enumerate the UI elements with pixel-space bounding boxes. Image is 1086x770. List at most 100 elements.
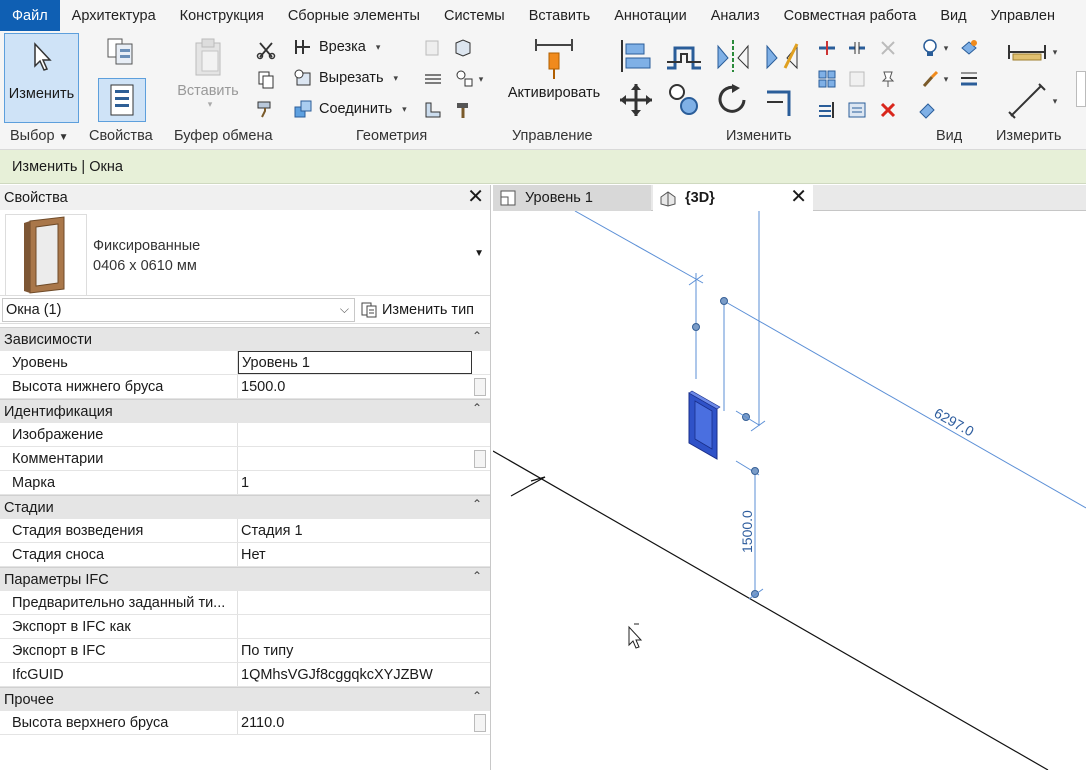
collapse-icon[interactable]: ⌃: [472, 569, 482, 583]
cope-button[interactable]: Врезка ▾: [293, 37, 380, 57]
property-value[interactable]: 2110.0: [238, 711, 472, 734]
line-weights-button[interactable]: [958, 68, 980, 90]
group-constraints[interactable]: Зависимости ⌃: [0, 327, 490, 351]
3d-viewport[interactable]: 6297.0 1500.0: [493, 211, 1086, 770]
tab-collaborate[interactable]: Совместная работа: [772, 0, 929, 31]
property-value[interactable]: Нет: [238, 543, 472, 566]
selected-window[interactable]: [688, 390, 721, 460]
tab-level-1[interactable]: Уровень 1: [493, 185, 651, 211]
instance-filter-dropdown[interactable]: Окна (1) ⌵: [2, 298, 355, 322]
geometry-tool-2[interactable]: [452, 37, 474, 59]
type-selector-dropdown-icon[interactable]: ▼: [474, 248, 484, 259]
tab-file[interactable]: Файл: [0, 0, 60, 31]
join-button[interactable]: Соединить ▾: [293, 99, 407, 119]
geometry-tool-3[interactable]: [422, 68, 444, 90]
property-value[interactable]: [238, 423, 472, 446]
collapse-icon[interactable]: ⌃: [472, 329, 482, 343]
pin-button[interactable]: [877, 68, 899, 90]
property-value[interactable]: 1500.0: [238, 375, 472, 398]
delete-button[interactable]: [877, 99, 899, 121]
tab-systems[interactable]: Системы: [432, 0, 517, 31]
dimension-button[interactable]: ▾: [1000, 81, 1062, 121]
align-button[interactable]: [617, 37, 655, 75]
property-value[interactable]: 1: [238, 471, 472, 494]
copy-element-button[interactable]: [664, 81, 704, 119]
move-button[interactable]: [617, 81, 655, 119]
activate-button[interactable]: Активировать: [500, 33, 608, 125]
copy-button[interactable]: [255, 69, 277, 91]
element-view-button[interactable]: [916, 99, 938, 121]
cut-button[interactable]: [255, 39, 277, 61]
measure-between-button[interactable]: ▾: [1000, 37, 1062, 67]
collapse-icon[interactable]: ⌃: [472, 401, 482, 415]
property-value[interactable]: [238, 591, 472, 614]
collapse-icon[interactable]: ⌃: [472, 497, 482, 511]
instance-properties-button[interactable]: [98, 78, 146, 122]
tab-analyze[interactable]: Анализ: [699, 0, 772, 31]
group-ifc-parameters[interactable]: Параметры IFC ⌃: [0, 567, 490, 591]
dimension-text-vertical[interactable]: 1500.0: [739, 510, 755, 553]
tab-structure[interactable]: Конструкция: [168, 0, 276, 31]
dimension-grip[interactable]: [720, 297, 728, 305]
associate-parameter-button[interactable]: [474, 450, 486, 468]
hide-in-view-button[interactable]: ▾: [916, 37, 952, 59]
property-value[interactable]: По типу: [238, 639, 472, 662]
associate-parameter-button[interactable]: [474, 714, 486, 732]
override-graphics-button[interactable]: [958, 37, 980, 59]
property-value-level[interactable]: Уровень 1: [238, 351, 472, 374]
rotate-button[interactable]: [713, 81, 753, 119]
lightbulb-icon: [922, 39, 937, 56]
dimension-grip[interactable]: [751, 467, 759, 475]
trim-extend-button[interactable]: [762, 81, 802, 119]
trim-single-button[interactable]: [846, 99, 868, 121]
linework-button[interactable]: ▾: [916, 68, 952, 90]
mirror-pick-button[interactable]: [713, 37, 753, 75]
associate-parameter-button[interactable]: [474, 378, 486, 396]
tab-manage[interactable]: Управлен: [979, 0, 1067, 31]
context-title[interactable]: Изменить | Окна: [12, 159, 123, 175]
property-value[interactable]: 1QMhsVGJf8cggqkcXYJZBW: [238, 663, 472, 686]
cut-geometry-icon: [294, 69, 311, 86]
instance-filter-row: Окна (1) ⌵ Изменить тип: [0, 296, 490, 324]
dimension-line-long[interactable]: [723, 300, 1086, 509]
panel-select[interactable]: Выбор ▼: [10, 128, 68, 144]
modify-button[interactable]: Изменить: [4, 33, 79, 123]
tab-insert[interactable]: Вставить: [517, 0, 602, 31]
trim-multiple-button[interactable]: [816, 99, 838, 121]
group-other[interactable]: Прочее ⌃: [0, 687, 490, 711]
property-value[interactable]: Стадия 1: [238, 519, 472, 542]
tab-view[interactable]: Вид: [928, 0, 978, 31]
cut-geometry-button[interactable]: Вырезать ▾: [293, 68, 398, 88]
panel-modify: Изменить: [726, 128, 792, 144]
property-value[interactable]: [238, 447, 472, 470]
type-selector[interactable]: Фиксированные 0406 x 0610 мм ▼: [0, 210, 490, 296]
property-value[interactable]: [238, 615, 472, 638]
tab-architecture[interactable]: Архитектура: [60, 0, 168, 31]
split-gap-button[interactable]: [846, 37, 868, 59]
tab-precast[interactable]: Сборные элементы: [276, 0, 432, 31]
collapse-icon[interactable]: ⌃: [472, 689, 482, 703]
close-icon[interactable]: ✕: [467, 187, 484, 207]
dimension-grip[interactable]: [692, 323, 700, 331]
close-tab-icon[interactable]: ✕: [790, 187, 807, 207]
wall-edge-line[interactable]: [493, 450, 1049, 770]
edit-type-button[interactable]: Изменить тип: [361, 298, 474, 322]
dimension-line-upper: [574, 211, 704, 284]
demolish-icon: [425, 102, 441, 118]
offset-button[interactable]: [664, 37, 704, 75]
tab-3d-view[interactable]: {3D} ✕: [653, 185, 813, 211]
type-properties-button[interactable]: [99, 35, 143, 73]
tab-annotate[interactable]: Аннотации: [602, 0, 698, 31]
geometry-tool-5[interactable]: [422, 99, 444, 121]
dimension-text-horizontal[interactable]: 6297.0: [932, 405, 977, 440]
group-phasing[interactable]: Стадии ⌃: [0, 495, 490, 519]
array-button[interactable]: [816, 68, 838, 90]
geometry-tool-4[interactable]: ▾: [452, 68, 486, 90]
split-element-button[interactable]: [816, 37, 838, 59]
match-properties-button[interactable]: [255, 98, 277, 120]
mirror-draw-button[interactable]: [762, 37, 802, 75]
panel-select-label: Выбор: [10, 128, 55, 144]
group-identity-data[interactable]: Идентификация ⌃: [0, 399, 490, 423]
geometry-tool-6[interactable]: [452, 99, 474, 121]
3d-view-canvas[interactable]: 6297.0 1500.0: [493, 211, 1086, 770]
